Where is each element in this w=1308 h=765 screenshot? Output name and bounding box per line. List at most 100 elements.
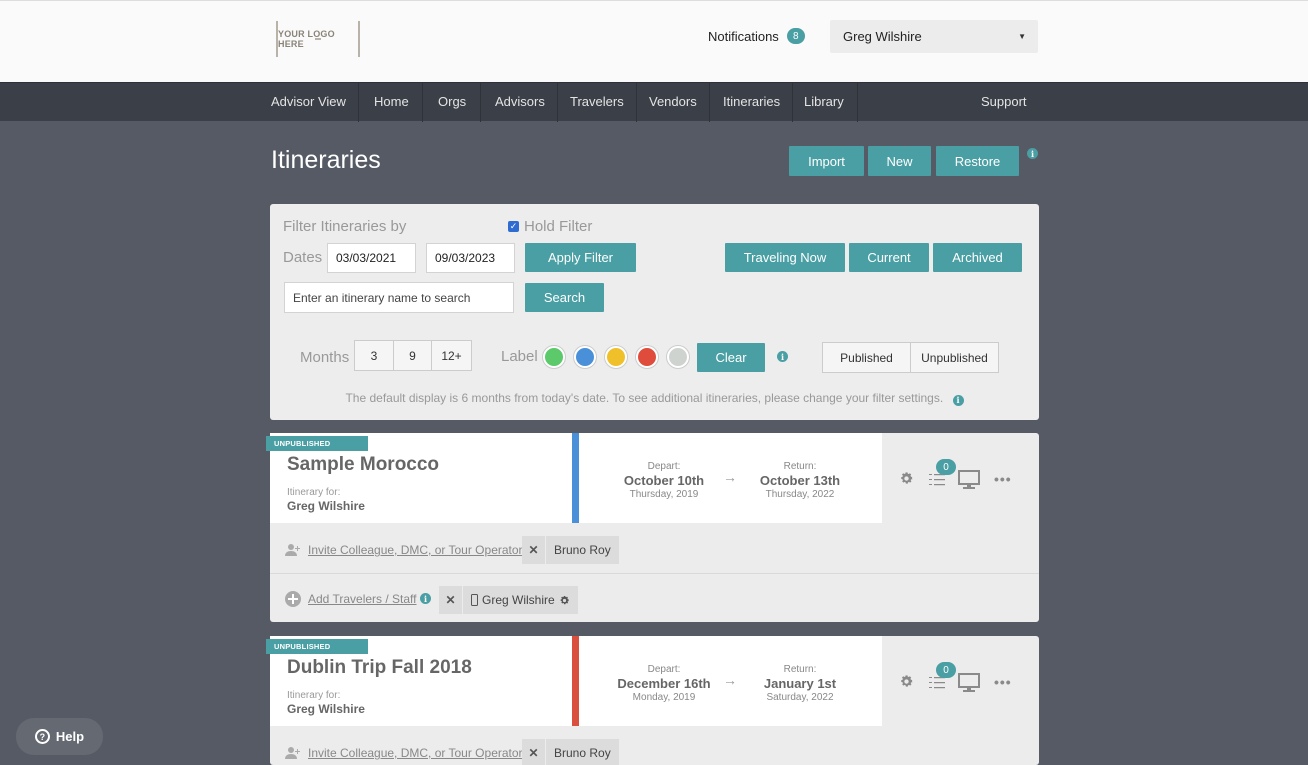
label-blue-dot[interactable] [574, 346, 596, 368]
info-icon[interactable]: i [952, 394, 964, 406]
itinerary-for-name: Greg Wilshire [287, 499, 365, 513]
help-label: Help [55, 729, 85, 744]
hold-filter-label: Hold Filter [524, 218, 593, 235]
user-menu-dropdown[interactable]: Greg Wilshire ▼ [830, 20, 1038, 53]
help-button[interactable]: ? Help [16, 718, 103, 755]
restore-button[interactable]: Restore [936, 146, 1019, 176]
clear-labels-button[interactable]: Clear [697, 343, 765, 372]
archived-button[interactable]: Archived [933, 243, 1022, 272]
main-nav: Advisor View Home Orgs Advisors Traveler… [0, 82, 1308, 122]
label-yellow-dot[interactable] [605, 346, 627, 368]
nav-itineraries[interactable]: Itineraries [708, 83, 795, 122]
status-ribbon: UNPUBLISHED [266, 436, 368, 451]
depart-label: Depart: [647, 664, 681, 675]
remove-traveler-close-icon[interactable]: ✕ [439, 586, 463, 614]
collaborator-name: Bruno Roy [554, 746, 611, 760]
nav-vendors[interactable]: Vendors [634, 83, 712, 122]
itinerary-card: UNPUBLISHED Dublin Trip Fall 2018 Itiner… [266, 636, 1039, 765]
remove-collaborator-close-icon[interactable]: ✕ [522, 739, 546, 765]
page-title: Itineraries [271, 146, 381, 174]
label-green-dot[interactable] [543, 346, 565, 368]
unpublished-toggle[interactable]: Unpublished [910, 342, 999, 373]
label-filter-label: Label [501, 348, 538, 365]
nav-advisors[interactable]: Advisors [480, 83, 560, 122]
notifications-label: Notifications [708, 28, 779, 44]
itinerary-for-label: Itinerary for: [287, 487, 341, 498]
checklist-count-badge: 0 [936, 459, 956, 475]
checklist-icon[interactable] [929, 676, 945, 695]
nav-home[interactable]: Home [359, 83, 424, 122]
traveler-name: Greg Wilshire [482, 593, 555, 607]
nav-library[interactable]: Library [789, 83, 859, 122]
traveler-chip: ✕ Greg Wilshire [439, 586, 578, 614]
published-toggle[interactable]: Published [822, 342, 911, 373]
months-9-option[interactable]: 9 [393, 340, 432, 371]
new-button[interactable]: New [868, 146, 931, 176]
depart-day: Monday, 2019 [632, 692, 696, 703]
itinerary-name[interactable]: Dublin Trip Fall 2018 [287, 657, 472, 679]
search-button[interactable]: Search [525, 283, 604, 312]
nav-divider [857, 83, 858, 122]
nav-advisor-view[interactable]: Advisor View [256, 83, 361, 122]
info-icon[interactable]: i [777, 351, 788, 362]
notifications-link[interactable]: Notifications 8 [708, 28, 805, 44]
date-from-input[interactable]: 03/03/2021 [327, 243, 416, 273]
add-person-icon [285, 746, 301, 764]
info-icon[interactable]: i [420, 593, 431, 604]
return-label: Return: [783, 461, 817, 472]
depart-date: December 16th [617, 676, 711, 691]
filter-heading: Filter Itineraries by [283, 218, 407, 235]
settings-gear-icon[interactable] [899, 674, 914, 694]
collaborator-name: Bruno Roy [554, 543, 611, 557]
info-icon[interactable]: i [1027, 148, 1038, 159]
import-button[interactable]: Import [789, 146, 864, 176]
return-label: Return: [783, 664, 817, 675]
depart-day: Thursday, 2019 [629, 489, 699, 500]
more-options-icon[interactable]: ••• [994, 471, 1012, 487]
date-to-input[interactable]: 09/03/2023 [426, 243, 515, 273]
nav-orgs[interactable]: Orgs [423, 83, 481, 122]
hold-filter-checkbox[interactable]: ✓ [508, 221, 519, 232]
itinerary-for-label: Itinerary for: [287, 690, 341, 701]
status-ribbon: UNPUBLISHED [266, 639, 368, 654]
checklist-icon[interactable] [929, 473, 945, 492]
nav-support[interactable]: Support [966, 83, 1042, 122]
label-color-stripe [572, 636, 579, 726]
monitor-icon[interactable] [958, 470, 980, 495]
invite-colleague-link[interactable]: Invite Colleague, DMC, or Tour Operator [308, 543, 523, 557]
depart-date: October 10th [623, 473, 705, 488]
return-day: Saturday, 2022 [766, 692, 834, 703]
itinerary-for-name: Greg Wilshire [287, 702, 365, 716]
filter-panel: Filter Itineraries by ✓ Hold Filter Date… [270, 204, 1039, 420]
traveler-settings-gear-icon [560, 595, 569, 604]
months-12-plus-option[interactable]: 12+ [431, 340, 472, 371]
apply-filter-button[interactable]: Apply Filter [525, 243, 636, 272]
traveler-chip-body[interactable]: Greg Wilshire [463, 593, 578, 607]
monitor-icon[interactable] [958, 673, 980, 698]
itinerary-summary[interactable]: UNPUBLISHED Sample Morocco Itinerary for… [266, 433, 882, 523]
invite-colleague-link[interactable]: Invite Colleague, DMC, or Tour Operator [308, 746, 523, 760]
remove-collaborator-close-icon[interactable]: ✕ [522, 536, 546, 564]
notifications-count-badge: 8 [786, 28, 805, 44]
company-logo[interactable]: YOUR LOGO HERE [276, 21, 360, 57]
months-3-option[interactable]: 3 [354, 340, 394, 371]
label-red-dot[interactable] [636, 346, 658, 368]
label-gray-dot[interactable] [667, 346, 689, 368]
chevron-down-icon: ▼ [1018, 32, 1026, 41]
itinerary-name[interactable]: Sample Morocco [287, 454, 439, 476]
settings-gear-icon[interactable] [899, 471, 914, 491]
itinerary-search-input[interactable]: Enter an itinerary name to search [284, 282, 514, 313]
filter-note: The default display is 6 months from tod… [270, 391, 1039, 406]
current-button[interactable]: Current [849, 243, 929, 272]
add-circle-icon[interactable] [285, 591, 301, 612]
checklist-count-badge: 0 [936, 662, 956, 678]
add-travelers-link[interactable]: Add Travelers / Staff [308, 592, 417, 606]
nav-travelers[interactable]: Travelers [555, 83, 639, 122]
arrow-right-icon: → [723, 672, 737, 688]
itinerary-summary[interactable]: UNPUBLISHED Dublin Trip Fall 2018 Itiner… [266, 636, 882, 726]
return-date: October 13th [759, 473, 841, 488]
more-options-icon[interactable]: ••• [994, 674, 1012, 690]
question-icon: ? [34, 729, 50, 744]
collaborator-chip: ✕ Bruno Roy [522, 536, 619, 564]
traveling-now-button[interactable]: Traveling Now [725, 243, 845, 272]
